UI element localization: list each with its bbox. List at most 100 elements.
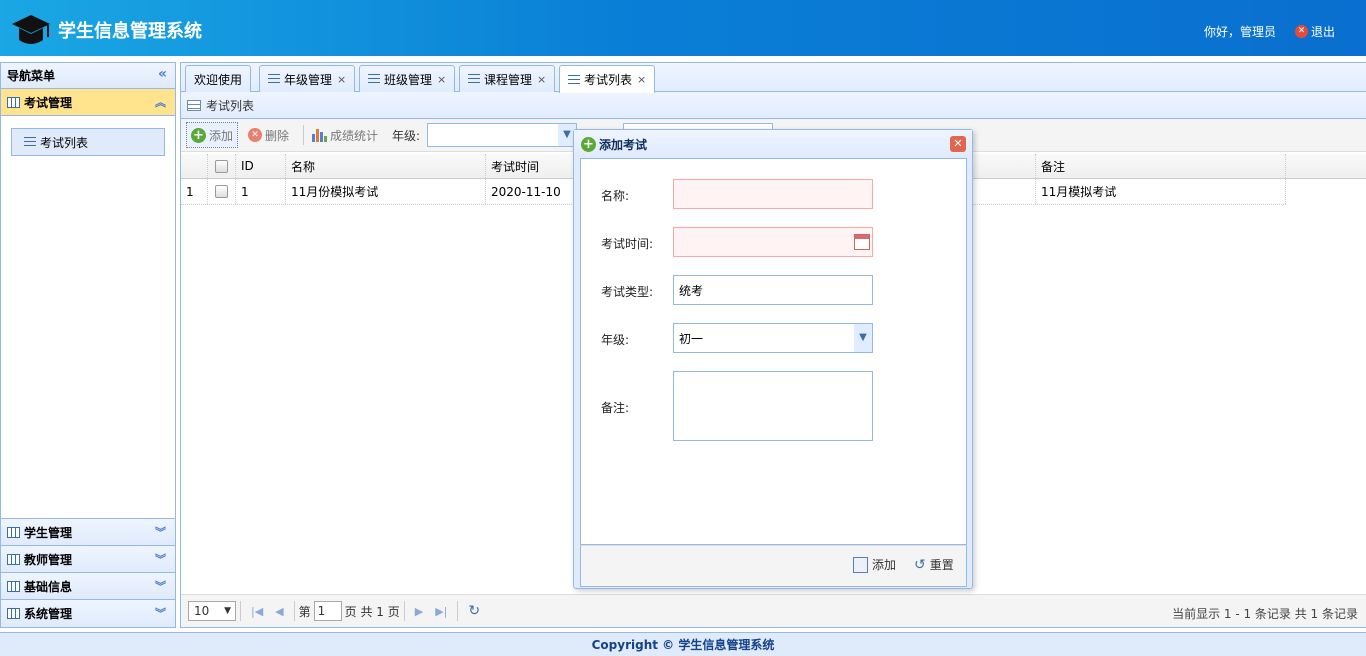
cell-note: 11月模拟考试 [1036,179,1286,204]
dialog-add-label: 添加 [872,558,897,572]
dialog-reset-label: 重置 [929,558,954,572]
list-icon [268,74,280,84]
exam-time-input[interactable] [673,227,873,257]
cell-name: 11月份模拟考试 [286,179,486,204]
table-icon [7,553,20,565]
sidebar-group-students[interactable]: 学生管理 ︾ [1,519,175,546]
dialog-reset-button[interactable]: ↺ 重置 [914,556,954,573]
add-button[interactable]: + 添加 [186,122,239,148]
close-tab-icon[interactable]: × [437,73,446,86]
table-icon [7,608,20,619]
reset-icon: ↺ [914,556,926,573]
dialog-title: 添加考试 [599,137,648,152]
chevron-down-icon[interactable]: ︾ [155,605,166,621]
chevron-down-icon[interactable]: ︾ [155,524,166,540]
add-icon: + [191,127,206,143]
sidebar-item-exam-list[interactable]: 考试列表 [11,128,165,156]
sidebar-group-label: 教师管理 [24,552,73,567]
dialog-add-button[interactable]: 添加 [853,556,896,573]
delete-icon: ✕ [248,128,263,142]
pagination-bar: 10 ▼ |◀ ◀ 第 1 页 共 1 页 ▶ ▶| ↻ 当前显示 1 - 1 … [181,594,1366,627]
bar-chart-icon [312,128,328,142]
page-size-select[interactable]: 10 ▼ [188,601,236,621]
panel-title: 考试列表 [206,98,255,113]
exam-type-input[interactable]: 统考 [673,275,873,305]
tab-label: 班级管理 [384,72,433,87]
sidebar-group-teachers[interactable]: 教师管理 ︾ [1,546,175,573]
grade-label: 年级: [601,333,630,347]
app-title: 学生信息管理系统 [58,21,202,42]
tab-label: 考试列表 [584,73,633,87]
record-info: 当前显示 1 - 1 条记录 共 1 条记录 [1172,607,1358,621]
dialog-form: 名称: 考试时间: 考试类型: 统考 年级: 初一 ▼ 备注: [580,158,967,545]
note-label: 备注: [601,401,630,415]
last-page-icon[interactable]: ▶| [435,605,447,618]
grade-filter-label: 年级: [392,128,421,143]
first-page-icon[interactable]: |◀ [251,605,263,618]
sidebar-group-label: 学生管理 [24,525,73,540]
chevron-up-icon[interactable]: ︽ [155,94,166,110]
calendar-icon[interactable] [854,234,870,250]
tab-label: 年级管理 [284,72,333,87]
exam-time-label: 考试时间: [601,237,654,251]
chevron-down-icon[interactable]: ︾ [155,578,166,594]
tab-grade-management[interactable]: 年级管理 × [259,65,356,92]
close-icon[interactable]: ✕ [950,136,966,152]
list-icon [368,74,380,84]
refresh-icon[interactable]: ↻ [468,603,480,619]
close-tab-icon[interactable]: × [537,73,546,86]
score-stats-button[interactable]: 成绩统计 [308,122,382,148]
note-textarea[interactable] [673,371,873,441]
table-icon [7,526,20,538]
pager-divider [403,601,405,621]
pager-divider [293,601,295,621]
tab-class-management[interactable]: 班级管理 × [359,65,456,92]
name-label: 名称: [601,189,630,203]
select-all-checkbox-cell [208,154,236,178]
name-input[interactable] [673,179,873,209]
tab-exam-list[interactable]: 考试列表 × [559,65,656,93]
page-size-value: 10 [194,604,210,618]
toolbar-divider [303,125,305,145]
sidebar-group-label: 考试管理 [24,95,73,110]
logout-label: 退出 [1310,25,1335,39]
row-number: 1 [181,179,208,204]
grade-select[interactable]: 初一 ▼ [673,323,873,353]
tab-welcome[interactable]: 欢迎使用 [185,65,252,92]
select-all-checkbox[interactable] [215,159,228,173]
sidebar-group-exam[interactable]: 考试管理 ︽ [1,89,175,116]
list-icon [468,74,480,84]
prev-page-icon[interactable]: ◀ [275,605,283,618]
chevron-down-icon[interactable]: ︾ [155,551,166,567]
tab-course-management[interactable]: 课程管理 × [459,65,556,92]
sidebar-group-system[interactable]: 系统管理 ︾ [1,600,175,627]
sidebar-group-label: 基础信息 [24,579,73,594]
sidebar-group-basic-info[interactable]: 基础信息 ︾ [1,573,175,600]
close-tab-icon[interactable]: × [337,73,346,86]
score-stats-label: 成绩统计 [330,128,379,143]
tab-label: 课程管理 [484,72,533,87]
column-header-note[interactable]: 备注 [1036,154,1286,178]
column-header-id[interactable]: ID [236,154,286,178]
pager-divider [240,601,241,621]
sidebar-title: 导航菜单 [7,69,56,83]
sidebar-item-label: 考试列表 [40,135,89,150]
chevron-down-icon[interactable]: ▼ [854,324,872,352]
grade-filter-select[interactable]: ▼ [427,123,577,147]
column-header-name[interactable]: 名称 [286,154,486,178]
delete-button[interactable]: ✕ 删除 [244,122,293,148]
exam-type-label: 考试类型: [601,285,654,299]
page-total-label: 页 共 1 页 [344,604,400,619]
row-checkbox[interactable] [215,185,228,198]
delete-label: 删除 [265,128,290,143]
sidebar: 导航菜单 « 考试管理 ︽ 考试列表 学生管理 ︾ 教师管理 ︾ 基础信息 ︾ … [0,62,176,628]
grade-value: 初一 [679,331,704,346]
cell-id: 1 [236,179,286,204]
page-number-input[interactable]: 1 [313,601,342,621]
logout-button[interactable]: ✕ 退出 [1294,23,1335,40]
add-label: 添加 [209,128,234,143]
close-tab-icon[interactable]: × [637,73,646,86]
collapse-sidebar-icon[interactable]: « [158,66,167,82]
row-checkbox-cell [208,179,236,204]
next-page-icon[interactable]: ▶ [415,605,423,618]
